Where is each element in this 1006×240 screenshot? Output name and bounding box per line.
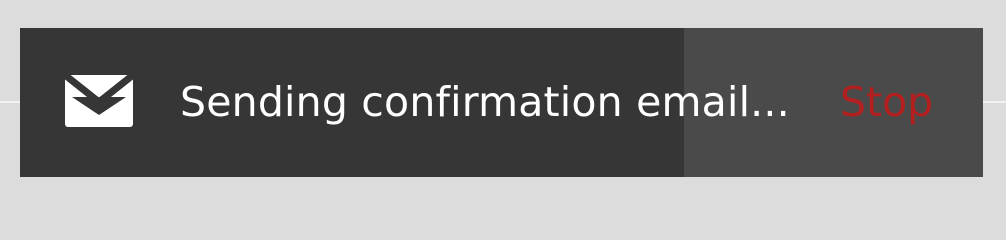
envelope-icon: [65, 75, 133, 127]
toast-message: Sending confirmation email...: [180, 78, 790, 126]
sending-toast: Sending confirmation email... Stop: [20, 28, 983, 177]
page: Sending confirmation email... Stop: [0, 0, 1006, 202]
stop-button[interactable]: Stop: [840, 72, 933, 132]
